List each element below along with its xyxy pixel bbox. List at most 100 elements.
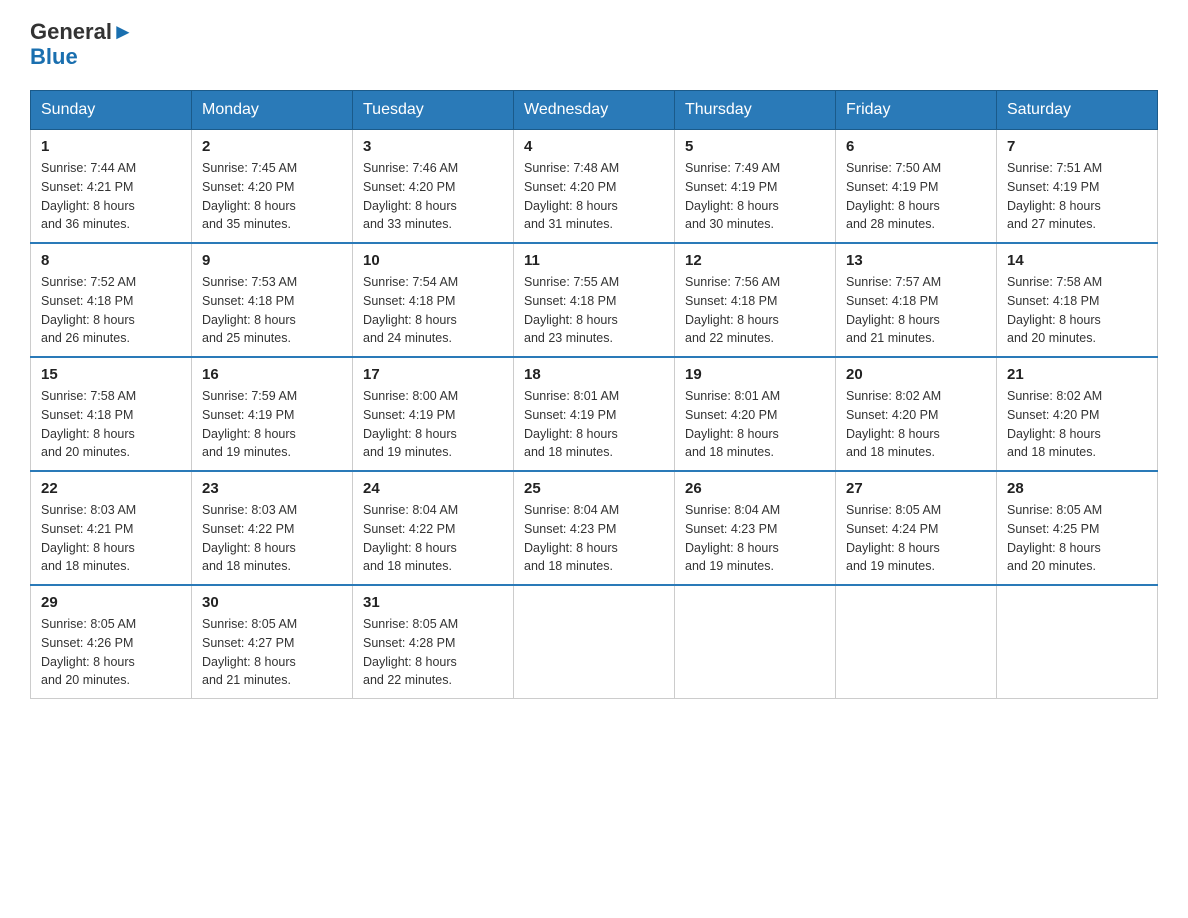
calendar-day-cell: 23 Sunrise: 8:03 AM Sunset: 4:22 PM Dayl… xyxy=(192,471,353,585)
day-info: Sunrise: 7:45 AM Sunset: 4:20 PM Dayligh… xyxy=(202,159,342,234)
day-number: 1 xyxy=(41,138,181,155)
calendar-day-cell: 22 Sunrise: 8:03 AM Sunset: 4:21 PM Dayl… xyxy=(31,471,192,585)
calendar-day-cell: 11 Sunrise: 7:55 AM Sunset: 4:18 PM Dayl… xyxy=(514,243,675,357)
day-info: Sunrise: 7:44 AM Sunset: 4:21 PM Dayligh… xyxy=(41,159,181,234)
calendar-day-cell: 21 Sunrise: 8:02 AM Sunset: 4:20 PM Dayl… xyxy=(997,357,1158,471)
calendar-week-row: 8 Sunrise: 7:52 AM Sunset: 4:18 PM Dayli… xyxy=(31,243,1158,357)
day-number: 21 xyxy=(1007,366,1147,383)
day-info: Sunrise: 8:02 AM Sunset: 4:20 PM Dayligh… xyxy=(1007,387,1147,462)
calendar-day-cell: 27 Sunrise: 8:05 AM Sunset: 4:24 PM Dayl… xyxy=(836,471,997,585)
day-number: 26 xyxy=(685,480,825,497)
day-number: 9 xyxy=(202,252,342,269)
calendar-day-cell: 12 Sunrise: 7:56 AM Sunset: 4:18 PM Dayl… xyxy=(675,243,836,357)
calendar-day-cell: 5 Sunrise: 7:49 AM Sunset: 4:19 PM Dayli… xyxy=(675,130,836,244)
day-header-thursday: Thursday xyxy=(675,91,836,130)
logo-general-text: General► xyxy=(30,20,134,44)
day-number: 4 xyxy=(524,138,664,155)
day-info: Sunrise: 8:03 AM Sunset: 4:21 PM Dayligh… xyxy=(41,501,181,576)
calendar-day-cell: 16 Sunrise: 7:59 AM Sunset: 4:19 PM Dayl… xyxy=(192,357,353,471)
calendar-day-cell: 6 Sunrise: 7:50 AM Sunset: 4:19 PM Dayli… xyxy=(836,130,997,244)
day-info: Sunrise: 7:51 AM Sunset: 4:19 PM Dayligh… xyxy=(1007,159,1147,234)
calendar-day-cell: 25 Sunrise: 8:04 AM Sunset: 4:23 PM Dayl… xyxy=(514,471,675,585)
calendar-day-cell: 3 Sunrise: 7:46 AM Sunset: 4:20 PM Dayli… xyxy=(353,130,514,244)
calendar-empty-cell xyxy=(675,585,836,699)
day-header-saturday: Saturday xyxy=(997,91,1158,130)
day-header-monday: Monday xyxy=(192,91,353,130)
day-number: 28 xyxy=(1007,480,1147,497)
day-info: Sunrise: 8:05 AM Sunset: 4:27 PM Dayligh… xyxy=(202,615,342,690)
day-info: Sunrise: 7:59 AM Sunset: 4:19 PM Dayligh… xyxy=(202,387,342,462)
day-info: Sunrise: 8:04 AM Sunset: 4:23 PM Dayligh… xyxy=(524,501,664,576)
day-number: 12 xyxy=(685,252,825,269)
day-info: Sunrise: 8:00 AM Sunset: 4:19 PM Dayligh… xyxy=(363,387,503,462)
day-info: Sunrise: 7:56 AM Sunset: 4:18 PM Dayligh… xyxy=(685,273,825,348)
calendar-day-cell: 9 Sunrise: 7:53 AM Sunset: 4:18 PM Dayli… xyxy=(192,243,353,357)
calendar-day-cell: 4 Sunrise: 7:48 AM Sunset: 4:20 PM Dayli… xyxy=(514,130,675,244)
day-info: Sunrise: 8:04 AM Sunset: 4:23 PM Dayligh… xyxy=(685,501,825,576)
day-info: Sunrise: 7:58 AM Sunset: 4:18 PM Dayligh… xyxy=(41,387,181,462)
day-info: Sunrise: 7:58 AM Sunset: 4:18 PM Dayligh… xyxy=(1007,273,1147,348)
calendar-day-cell: 30 Sunrise: 8:05 AM Sunset: 4:27 PM Dayl… xyxy=(192,585,353,699)
logo: General► Blue xyxy=(30,20,134,70)
calendar-day-cell: 26 Sunrise: 8:04 AM Sunset: 4:23 PM Dayl… xyxy=(675,471,836,585)
calendar-day-cell: 14 Sunrise: 7:58 AM Sunset: 4:18 PM Dayl… xyxy=(997,243,1158,357)
day-info: Sunrise: 7:49 AM Sunset: 4:19 PM Dayligh… xyxy=(685,159,825,234)
calendar-day-cell: 17 Sunrise: 8:00 AM Sunset: 4:19 PM Dayl… xyxy=(353,357,514,471)
day-info: Sunrise: 7:53 AM Sunset: 4:18 PM Dayligh… xyxy=(202,273,342,348)
calendar-day-cell: 31 Sunrise: 8:05 AM Sunset: 4:28 PM Dayl… xyxy=(353,585,514,699)
day-number: 16 xyxy=(202,366,342,383)
day-info: Sunrise: 8:05 AM Sunset: 4:28 PM Dayligh… xyxy=(363,615,503,690)
day-info: Sunrise: 7:46 AM Sunset: 4:20 PM Dayligh… xyxy=(363,159,503,234)
logo-icon-shape: ► xyxy=(112,19,134,44)
day-number: 31 xyxy=(363,594,503,611)
day-number: 23 xyxy=(202,480,342,497)
day-number: 18 xyxy=(524,366,664,383)
day-info: Sunrise: 8:05 AM Sunset: 4:26 PM Dayligh… xyxy=(41,615,181,690)
day-number: 11 xyxy=(524,252,664,269)
calendar-week-row: 29 Sunrise: 8:05 AM Sunset: 4:26 PM Dayl… xyxy=(31,585,1158,699)
day-number: 15 xyxy=(41,366,181,383)
day-header-tuesday: Tuesday xyxy=(353,91,514,130)
day-info: Sunrise: 7:54 AM Sunset: 4:18 PM Dayligh… xyxy=(363,273,503,348)
day-number: 30 xyxy=(202,594,342,611)
day-number: 27 xyxy=(846,480,986,497)
calendar-header-row: SundayMondayTuesdayWednesdayThursdayFrid… xyxy=(31,91,1158,130)
day-number: 17 xyxy=(363,366,503,383)
day-number: 22 xyxy=(41,480,181,497)
day-info: Sunrise: 7:48 AM Sunset: 4:20 PM Dayligh… xyxy=(524,159,664,234)
day-number: 19 xyxy=(685,366,825,383)
day-number: 20 xyxy=(846,366,986,383)
day-info: Sunrise: 7:55 AM Sunset: 4:18 PM Dayligh… xyxy=(524,273,664,348)
calendar-empty-cell xyxy=(514,585,675,699)
calendar-day-cell: 18 Sunrise: 8:01 AM Sunset: 4:19 PM Dayl… xyxy=(514,357,675,471)
day-info: Sunrise: 8:05 AM Sunset: 4:25 PM Dayligh… xyxy=(1007,501,1147,576)
calendar-week-row: 22 Sunrise: 8:03 AM Sunset: 4:21 PM Dayl… xyxy=(31,471,1158,585)
calendar-day-cell: 1 Sunrise: 7:44 AM Sunset: 4:21 PM Dayli… xyxy=(31,130,192,244)
day-info: Sunrise: 8:04 AM Sunset: 4:22 PM Dayligh… xyxy=(363,501,503,576)
logo-blue-text: Blue xyxy=(30,44,78,70)
day-number: 24 xyxy=(363,480,503,497)
day-number: 5 xyxy=(685,138,825,155)
calendar-empty-cell xyxy=(836,585,997,699)
page-header: General► Blue xyxy=(30,20,1158,70)
day-number: 8 xyxy=(41,252,181,269)
day-number: 14 xyxy=(1007,252,1147,269)
day-info: Sunrise: 7:52 AM Sunset: 4:18 PM Dayligh… xyxy=(41,273,181,348)
day-number: 6 xyxy=(846,138,986,155)
day-header-friday: Friday xyxy=(836,91,997,130)
day-info: Sunrise: 8:01 AM Sunset: 4:19 PM Dayligh… xyxy=(524,387,664,462)
day-header-wednesday: Wednesday xyxy=(514,91,675,130)
day-info: Sunrise: 8:03 AM Sunset: 4:22 PM Dayligh… xyxy=(202,501,342,576)
day-number: 7 xyxy=(1007,138,1147,155)
calendar-day-cell: 2 Sunrise: 7:45 AM Sunset: 4:20 PM Dayli… xyxy=(192,130,353,244)
day-number: 29 xyxy=(41,594,181,611)
day-info: Sunrise: 8:01 AM Sunset: 4:20 PM Dayligh… xyxy=(685,387,825,462)
calendar-day-cell: 24 Sunrise: 8:04 AM Sunset: 4:22 PM Dayl… xyxy=(353,471,514,585)
day-number: 3 xyxy=(363,138,503,155)
calendar-day-cell: 20 Sunrise: 8:02 AM Sunset: 4:20 PM Dayl… xyxy=(836,357,997,471)
day-number: 2 xyxy=(202,138,342,155)
calendar-day-cell: 19 Sunrise: 8:01 AM Sunset: 4:20 PM Dayl… xyxy=(675,357,836,471)
calendar-day-cell: 13 Sunrise: 7:57 AM Sunset: 4:18 PM Dayl… xyxy=(836,243,997,357)
day-info: Sunrise: 8:05 AM Sunset: 4:24 PM Dayligh… xyxy=(846,501,986,576)
calendar-day-cell: 8 Sunrise: 7:52 AM Sunset: 4:18 PM Dayli… xyxy=(31,243,192,357)
